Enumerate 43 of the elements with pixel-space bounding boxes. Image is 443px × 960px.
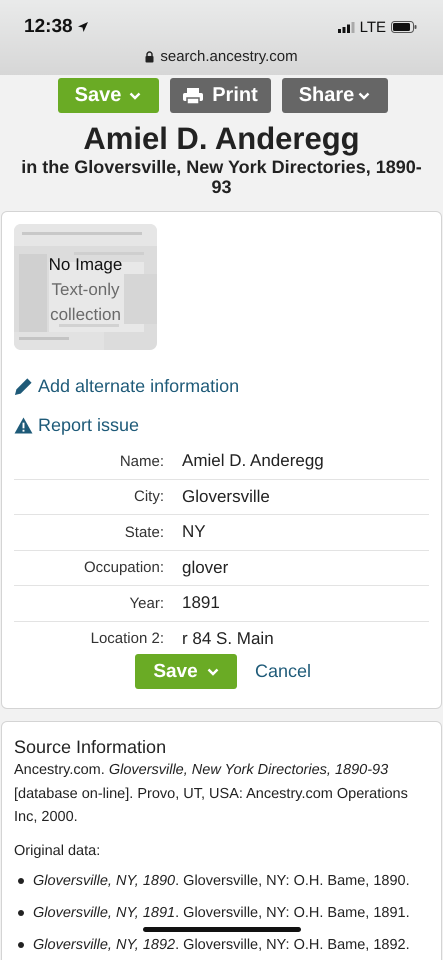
field-label: Occupation: xyxy=(82,559,164,576)
lock-icon xyxy=(145,50,154,62)
citation-text: Ancestry.com. Gloversville, New York Directories, 1890-93 [database on-line]. Provo, UT, USA: Ancestry.com Operations Inc, 2000. xyxy=(14,761,409,827)
field-value: Gloversville xyxy=(182,486,271,507)
url-address[interactable]: search.ancestry.com xyxy=(160,48,298,65)
field-value: r 84 S. Main xyxy=(182,628,275,649)
cancel-link[interactable]: Cancel xyxy=(255,661,312,682)
collection-caption: Text-only collection xyxy=(49,278,122,326)
share-button[interactable]: Share xyxy=(282,78,388,113)
field-value: 1891 xyxy=(182,593,221,614)
bullet-icon xyxy=(18,942,24,948)
network-label: LTE xyxy=(360,18,386,36)
original-data-label: Original data: xyxy=(14,842,102,860)
location-arrow-icon xyxy=(76,21,89,33)
clock-time: 12:38 xyxy=(24,16,73,38)
chevron-down-icon xyxy=(129,92,142,100)
chevron-down-icon xyxy=(206,668,219,676)
field-label: Location 2: xyxy=(90,630,164,648)
record-subtitle: in the Gloversville, New York Directories, 1890-93 xyxy=(20,157,423,197)
source-item: Gloversville, NY, 1892. Gloversville, NY: O.H. Bame, 1892. xyxy=(33,937,410,953)
source-item: Gloversville, NY, 1890. Gloversville, NY: O.H. Bame, 1890. xyxy=(33,873,410,889)
record-title: Amiel D. Anderegg xyxy=(82,121,361,157)
pencil-icon xyxy=(14,377,33,396)
no-image-label: No Image xyxy=(48,254,122,276)
field-label: State: xyxy=(124,524,164,541)
warning-icon xyxy=(14,417,33,434)
bullet-icon xyxy=(18,878,24,884)
battery-icon xyxy=(391,21,417,33)
bullet-icon xyxy=(18,910,24,916)
field-value: NY xyxy=(182,522,207,542)
field-value: Amiel D. Anderegg xyxy=(182,451,325,472)
section-heading: Source Information xyxy=(14,736,168,759)
signal-icon xyxy=(338,22,355,32)
report-issue-link[interactable]: Report issue xyxy=(38,415,140,436)
printer-icon xyxy=(182,86,204,104)
field-label: Name: xyxy=(118,452,164,470)
chevron-down-icon xyxy=(358,92,370,100)
add-alternate-link[interactable]: Add alternate information xyxy=(38,376,240,397)
print-button[interactable]: Print xyxy=(170,78,270,113)
source-item: Gloversville, NY, 1891. Gloversville, NY: O.H. Bame, 1891. xyxy=(33,905,410,921)
field-label: Year: xyxy=(128,594,164,612)
field-value: glover xyxy=(182,558,230,578)
field-label: City: xyxy=(133,488,164,506)
